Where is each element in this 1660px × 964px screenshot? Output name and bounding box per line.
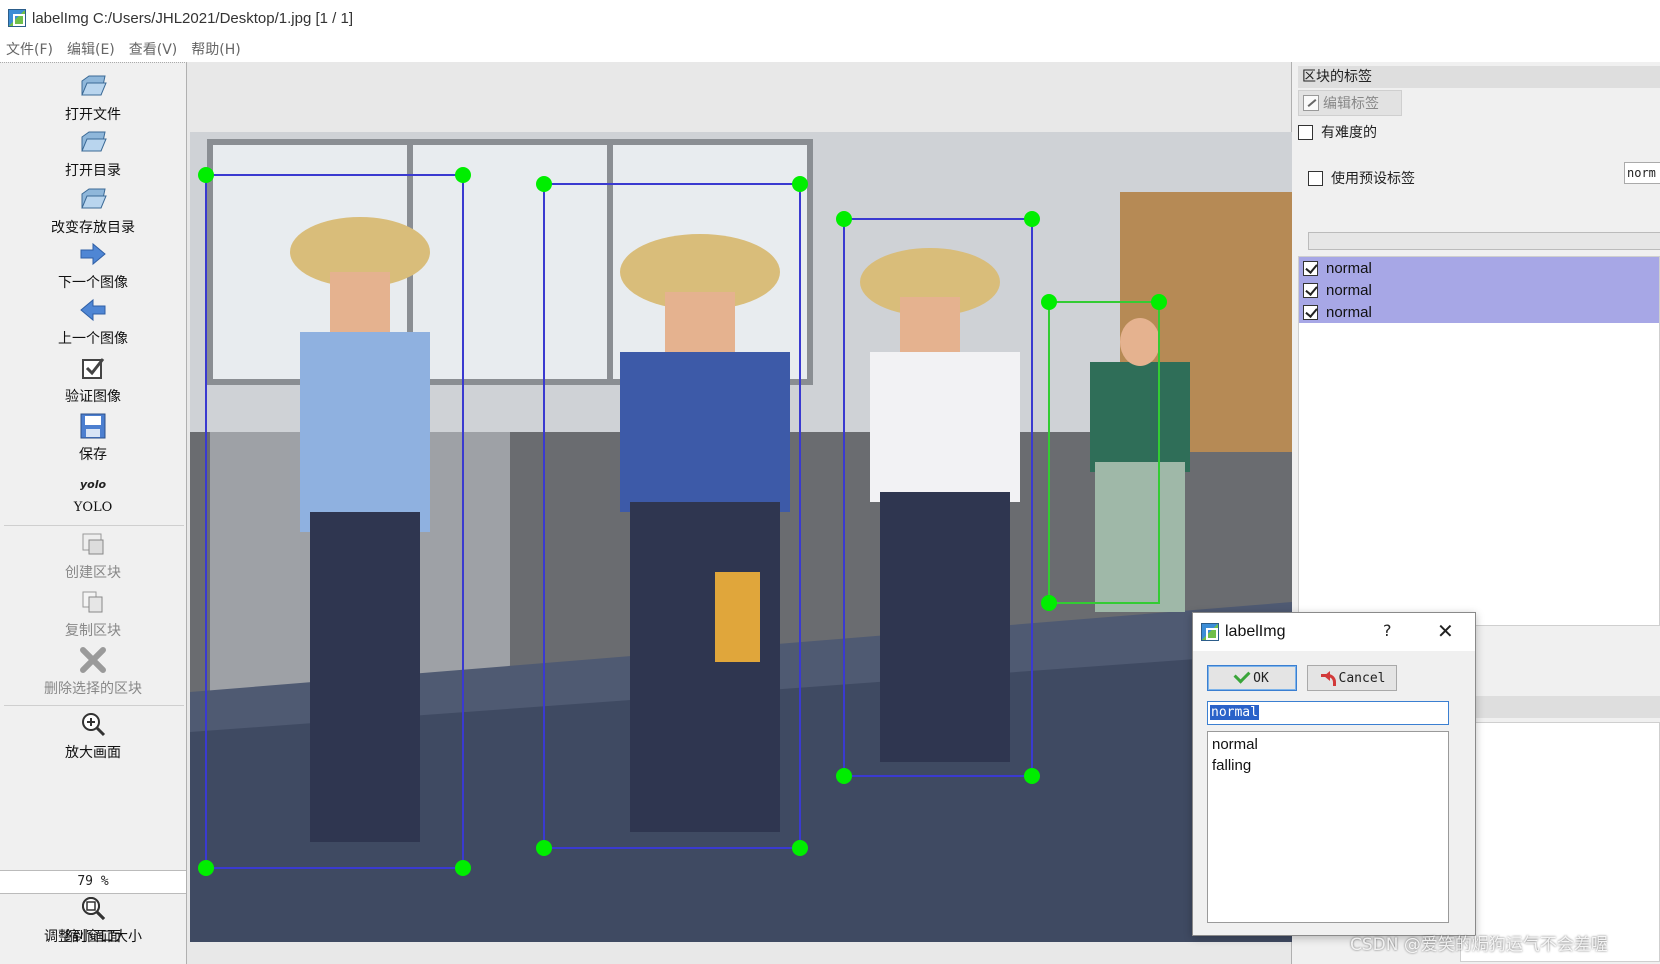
- ok-button[interactable]: OK: [1207, 665, 1297, 691]
- annotated-image[interactable]: [190, 132, 1292, 942]
- change-save-dir-label: 改变存放目录: [51, 220, 135, 236]
- edit-pencil-icon: [1303, 95, 1319, 111]
- menu-bar: 文件(F) 编辑(E) 查看(V) 帮助(H): [0, 36, 1660, 62]
- delete-box-label: 删除选择的区块: [44, 681, 142, 697]
- label-option[interactable]: falling: [1212, 757, 1444, 778]
- file-list[interactable]: [1460, 722, 1660, 962]
- undo-arrow-icon: [1319, 671, 1336, 686]
- prev-image-button[interactable]: 上一个图像: [0, 296, 186, 348]
- use-default-label-text: 使用预设标签: [1331, 171, 1415, 187]
- label-item-text: normal: [1326, 303, 1372, 321]
- edit-label-button[interactable]: 编辑标签: [1298, 90, 1402, 116]
- window-title: labelImg C:/Users/JHL2021/Desktop/1.jpg …: [32, 9, 353, 27]
- difficult-row: 有难度的: [1298, 122, 1377, 142]
- menu-edit[interactable]: 编辑(E): [67, 39, 115, 59]
- yolo-icon: yolo: [79, 474, 107, 494]
- title-bar: labelImg C:/Users/JHL2021/Desktop/1.jpg …: [0, 0, 1660, 36]
- duplicate-box-label: 复制区块: [65, 623, 121, 639]
- menu-help[interactable]: 帮助(H): [191, 39, 240, 59]
- dialog-title-bar: labelImg ? ✕: [1193, 613, 1475, 651]
- open-dir-button[interactable]: 打开目录: [0, 128, 186, 180]
- cancel-button[interactable]: Cancel: [1307, 665, 1397, 691]
- floppy-disk-icon: [79, 412, 107, 440]
- label-visible-checkbox[interactable]: [1303, 260, 1318, 276]
- fit-window-label: 调整到窗口大小: [44, 929, 142, 945]
- label-list-item[interactable]: normal: [1299, 257, 1659, 279]
- next-image-label: 下一个图像: [58, 275, 128, 291]
- next-image-button[interactable]: 下一个图像: [0, 240, 186, 292]
- fit-window-button[interactable]: 调整到窗口大小: [0, 894, 186, 946]
- change-save-dir-button[interactable]: 改变存放目录: [0, 185, 186, 237]
- duplicate-box-button[interactable]: 复制区块: [0, 588, 186, 640]
- label-item-text: normal: [1326, 259, 1372, 277]
- toolbar-separator: [4, 705, 184, 706]
- format-label: YOLO: [73, 500, 113, 515]
- edit-label-text: 编辑标签: [1323, 96, 1379, 112]
- verify-image-label: 验证图像: [65, 389, 121, 405]
- prev-image-label: 上一个图像: [58, 331, 128, 347]
- check-icon: [1233, 666, 1251, 684]
- arrow-right-icon: [79, 240, 107, 268]
- menu-file[interactable]: 文件(F): [6, 39, 53, 59]
- create-box-button[interactable]: 创建区块: [0, 530, 186, 582]
- left-toolbar: 打开文件 打开目录 改变存放目录 下一个图像 上一个图像 验证图像 保存 yol…: [0, 64, 186, 964]
- label-item-text: normal: [1326, 281, 1372, 299]
- yolo-icon-text: yolo: [79, 477, 107, 491]
- difficult-checkbox[interactable]: [1298, 124, 1313, 140]
- label-list[interactable]: normal normal normal: [1298, 256, 1660, 626]
- help-button[interactable]: ?: [1383, 621, 1392, 640]
- format-yolo-button[interactable]: yolo YOLO: [0, 474, 186, 516]
- dialog-title: labelImg: [1225, 623, 1286, 640]
- dock-title: 区块的标签: [1298, 66, 1660, 88]
- labelimg-app-icon: [8, 9, 26, 27]
- use-default-label-checkbox[interactable]: [1308, 170, 1323, 186]
- folder-icon: [79, 72, 107, 100]
- copy-icon: [79, 588, 107, 616]
- create-box-label: 创建区块: [65, 565, 121, 581]
- verify-image-button[interactable]: 验证图像: [0, 354, 186, 406]
- menu-view[interactable]: 查看(V): [129, 39, 178, 59]
- label-list-item[interactable]: normal: [1299, 301, 1659, 323]
- person-figure: [1090, 318, 1190, 612]
- checkbox-icon: [79, 354, 107, 382]
- delete-box-button[interactable]: 删除选择的区块: [0, 646, 186, 698]
- label-option[interactable]: normal: [1212, 736, 1444, 757]
- zoom-level-spinbox[interactable]: 79 %: [0, 870, 186, 894]
- label-visible-checkbox[interactable]: [1303, 304, 1318, 320]
- open-dir-label: 打开目录: [65, 163, 121, 179]
- file-list-title: [1460, 696, 1660, 718]
- zoom-in-icon: [79, 710, 107, 738]
- fit-window-icon: [79, 894, 107, 922]
- zoom-in-label: 放大画面: [65, 745, 121, 761]
- default-label-input[interactable]: norm: [1624, 162, 1660, 184]
- label-dialog: labelImg ? ✕ OK Cancel normal normal fal…: [1192, 612, 1476, 936]
- label-visible-checkbox[interactable]: [1303, 282, 1318, 298]
- save-button[interactable]: 保存: [0, 412, 186, 464]
- dock-combo-bar[interactable]: [1308, 232, 1660, 250]
- folder-icon: [79, 185, 107, 213]
- labelimg-app-icon: [1201, 623, 1219, 641]
- open-file-button[interactable]: 打开文件: [0, 72, 186, 124]
- watermark: CSDN @爱笑的焗狗运气不会差喔: [1350, 935, 1608, 955]
- zoom-in-button[interactable]: 放大画面: [0, 710, 186, 762]
- default-label-row: 使用预设标签: [1308, 168, 1415, 188]
- label-input-text: normal: [1210, 705, 1259, 720]
- delete-x-icon: [79, 646, 107, 674]
- difficult-label: 有难度的: [1321, 125, 1377, 141]
- cancel-label: Cancel: [1338, 670, 1386, 686]
- label-list-item[interactable]: normal: [1299, 279, 1659, 301]
- save-label: 保存: [79, 447, 107, 463]
- create-box-icon: [79, 530, 107, 558]
- folder-icon: [79, 128, 107, 156]
- ok-label: OK: [1253, 670, 1269, 686]
- label-options-list[interactable]: normal falling: [1207, 731, 1449, 923]
- label-input[interactable]: normal: [1207, 701, 1449, 725]
- arrow-left-icon: [79, 296, 107, 324]
- open-file-label: 打开文件: [65, 107, 121, 123]
- toolbar-separator: [4, 525, 184, 526]
- close-button[interactable]: ✕: [1437, 619, 1454, 643]
